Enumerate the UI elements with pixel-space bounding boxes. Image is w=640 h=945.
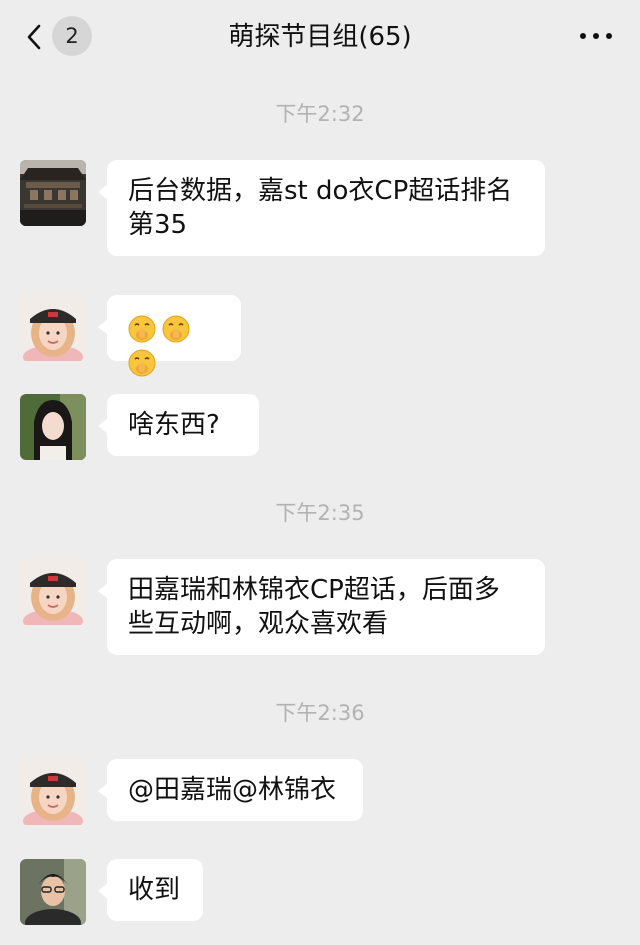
building-photo-icon bbox=[20, 160, 86, 226]
cap-girl-avatar[interactable] bbox=[20, 295, 86, 361]
more-options-button[interactable] bbox=[580, 33, 612, 41]
message-bubble[interactable]: 啥东西? bbox=[98, 394, 259, 456]
message-bubble[interactable]: 后台数据，嘉st do衣CP超话排名第35 bbox=[98, 160, 545, 256]
message-bubble[interactable]: 田嘉瑞和林锦衣CP超话，后面多些互动啊，观众喜欢看 bbox=[98, 559, 545, 655]
young-man-photo-icon bbox=[20, 859, 86, 925]
chat-title: 萌探节目组(65) bbox=[228, 22, 412, 52]
message-bubble[interactable]: 收到 bbox=[98, 859, 203, 921]
dot-icon bbox=[580, 33, 586, 39]
cap-girl-photo-icon bbox=[20, 559, 86, 625]
long-hair-woman-photo-icon bbox=[20, 394, 86, 460]
young-man-avatar[interactable] bbox=[20, 859, 86, 925]
cap-girl-avatar[interactable] bbox=[20, 759, 86, 825]
dot-icon bbox=[606, 33, 612, 39]
timestamp: 下午2:32 bbox=[275, 102, 365, 126]
dot-icon bbox=[593, 33, 599, 39]
timestamp: 下午2:36 bbox=[275, 701, 365, 725]
shush-face-emoji-icon bbox=[128, 349, 156, 376]
timestamp: 下午2:35 bbox=[275, 501, 365, 525]
cap-girl-photo-icon bbox=[20, 759, 86, 825]
cap-girl-photo-icon bbox=[20, 295, 86, 361]
shush-face-emoji-icon bbox=[128, 315, 156, 342]
shush-face-emoji-icon bbox=[162, 315, 190, 342]
long-hair-woman-avatar[interactable] bbox=[20, 394, 86, 460]
chat-header: 2 萌探节目组(65) bbox=[0, 0, 640, 76]
message-bubble[interactable] bbox=[98, 295, 241, 376]
building-photo-avatar[interactable] bbox=[20, 160, 86, 226]
cap-girl-avatar[interactable] bbox=[20, 559, 86, 625]
message-bubble[interactable]: @田嘉瑞@林锦衣 bbox=[98, 759, 363, 821]
